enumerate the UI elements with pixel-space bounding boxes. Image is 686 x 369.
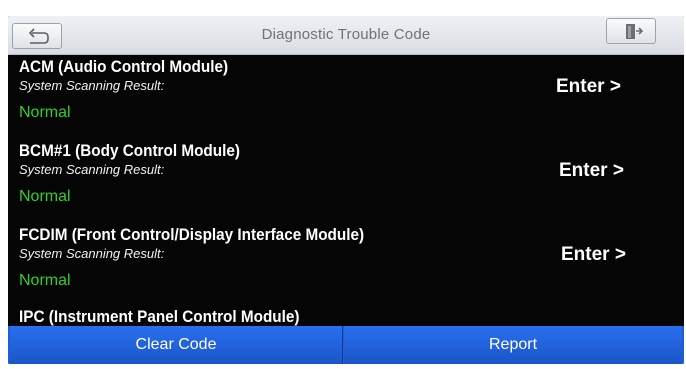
module-name: BCM#1 (Body Control Module) xyxy=(19,141,240,160)
scan-status: Normal xyxy=(19,188,71,205)
report-button[interactable]: Report xyxy=(344,326,682,364)
bottom-toolbar: Clear Code Report xyxy=(8,326,684,364)
clear-code-button[interactable]: Clear Code xyxy=(10,326,343,364)
module-row-fcdim[interactable]: FCDIM (Front Control/Display Interface M… xyxy=(8,222,684,306)
module-list: ACM (Audio Control Module) System Scanni… xyxy=(8,54,684,326)
module-row-ipc-partial[interactable]: IPC (Instrument Panel Control Module) xyxy=(19,307,300,326)
title-bar: Diagnostic Trouble Code xyxy=(8,16,684,55)
enter-button[interactable]: Enter > xyxy=(559,160,624,182)
module-row-acm[interactable]: ACM (Audio Control Module) System Scanni… xyxy=(8,54,684,138)
scan-result-label: System Scanning Result: xyxy=(19,246,165,261)
scan-result-label: System Scanning Result: xyxy=(19,78,165,93)
scan-result-label: System Scanning Result: xyxy=(19,162,165,177)
module-row-bcm[interactable]: BCM#1 (Body Control Module) System Scann… xyxy=(8,138,684,222)
diagnostic-screen: Diagnostic Trouble Code ACM (Audio Contr… xyxy=(8,16,684,364)
module-name: FCDIM (Front Control/Display Interface M… xyxy=(19,225,365,244)
enter-button[interactable]: Enter > xyxy=(561,244,626,266)
module-name: ACM (Audio Control Module) xyxy=(19,57,229,76)
page-title: Diagnostic Trouble Code xyxy=(261,26,431,43)
scan-status: Normal xyxy=(19,104,71,121)
scan-status: Normal xyxy=(19,272,71,289)
exit-button[interactable] xyxy=(606,18,656,44)
enter-button[interactable]: Enter > xyxy=(556,76,621,98)
exit-door-icon xyxy=(626,24,644,39)
